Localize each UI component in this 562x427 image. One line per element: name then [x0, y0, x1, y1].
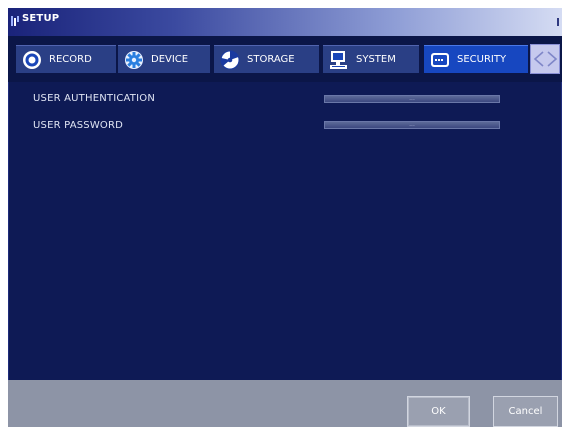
tab-security[interactable]: SECURITY	[424, 45, 528, 73]
tab-scroll-control[interactable]	[530, 44, 560, 74]
device-gear-icon	[125, 50, 143, 69]
tab-storage[interactable]: STORAGE	[214, 45, 319, 73]
tab-device[interactable]: DEVICE	[118, 45, 210, 73]
tab-record[interactable]: RECORD	[16, 45, 116, 73]
system-computer-icon	[330, 50, 347, 69]
tab-record-label: RECORD	[49, 54, 92, 65]
record-icon	[23, 50, 41, 69]
cancel-button[interactable]: Cancel	[493, 396, 558, 427]
tab-system-label: SYSTEM	[356, 54, 396, 65]
tab-system[interactable]: SYSTEM	[323, 45, 419, 73]
setup-icon	[11, 16, 19, 26]
setup-window: SETUP RECORD DEVICE STORAGE SYSTEM SECUR…	[8, 8, 562, 427]
user-authentication-field[interactable]: ...	[324, 95, 500, 103]
user-password-field[interactable]: ...	[324, 121, 500, 129]
security-icon	[431, 52, 449, 67]
tab-bar: RECORD DEVICE STORAGE SYSTEM SECURITY	[8, 36, 562, 82]
title-bar: SETUP	[8, 8, 562, 36]
footer-bar	[8, 380, 562, 427]
user-password-label: USER PASSWORD	[33, 120, 124, 131]
storage-disk-icon	[220, 50, 240, 69]
user-authentication-label: USER AUTHENTICATION	[33, 93, 156, 104]
window-title: SETUP	[22, 13, 60, 24]
scroll-left-icon[interactable]	[533, 51, 545, 67]
tab-security-label: SECURITY	[457, 54, 507, 65]
tab-storage-label: STORAGE	[247, 54, 295, 65]
scroll-right-icon[interactable]	[546, 51, 558, 67]
tab-device-label: DEVICE	[151, 54, 189, 65]
title-bar-marker	[557, 18, 559, 26]
ok-button[interactable]: OK	[407, 396, 470, 427]
